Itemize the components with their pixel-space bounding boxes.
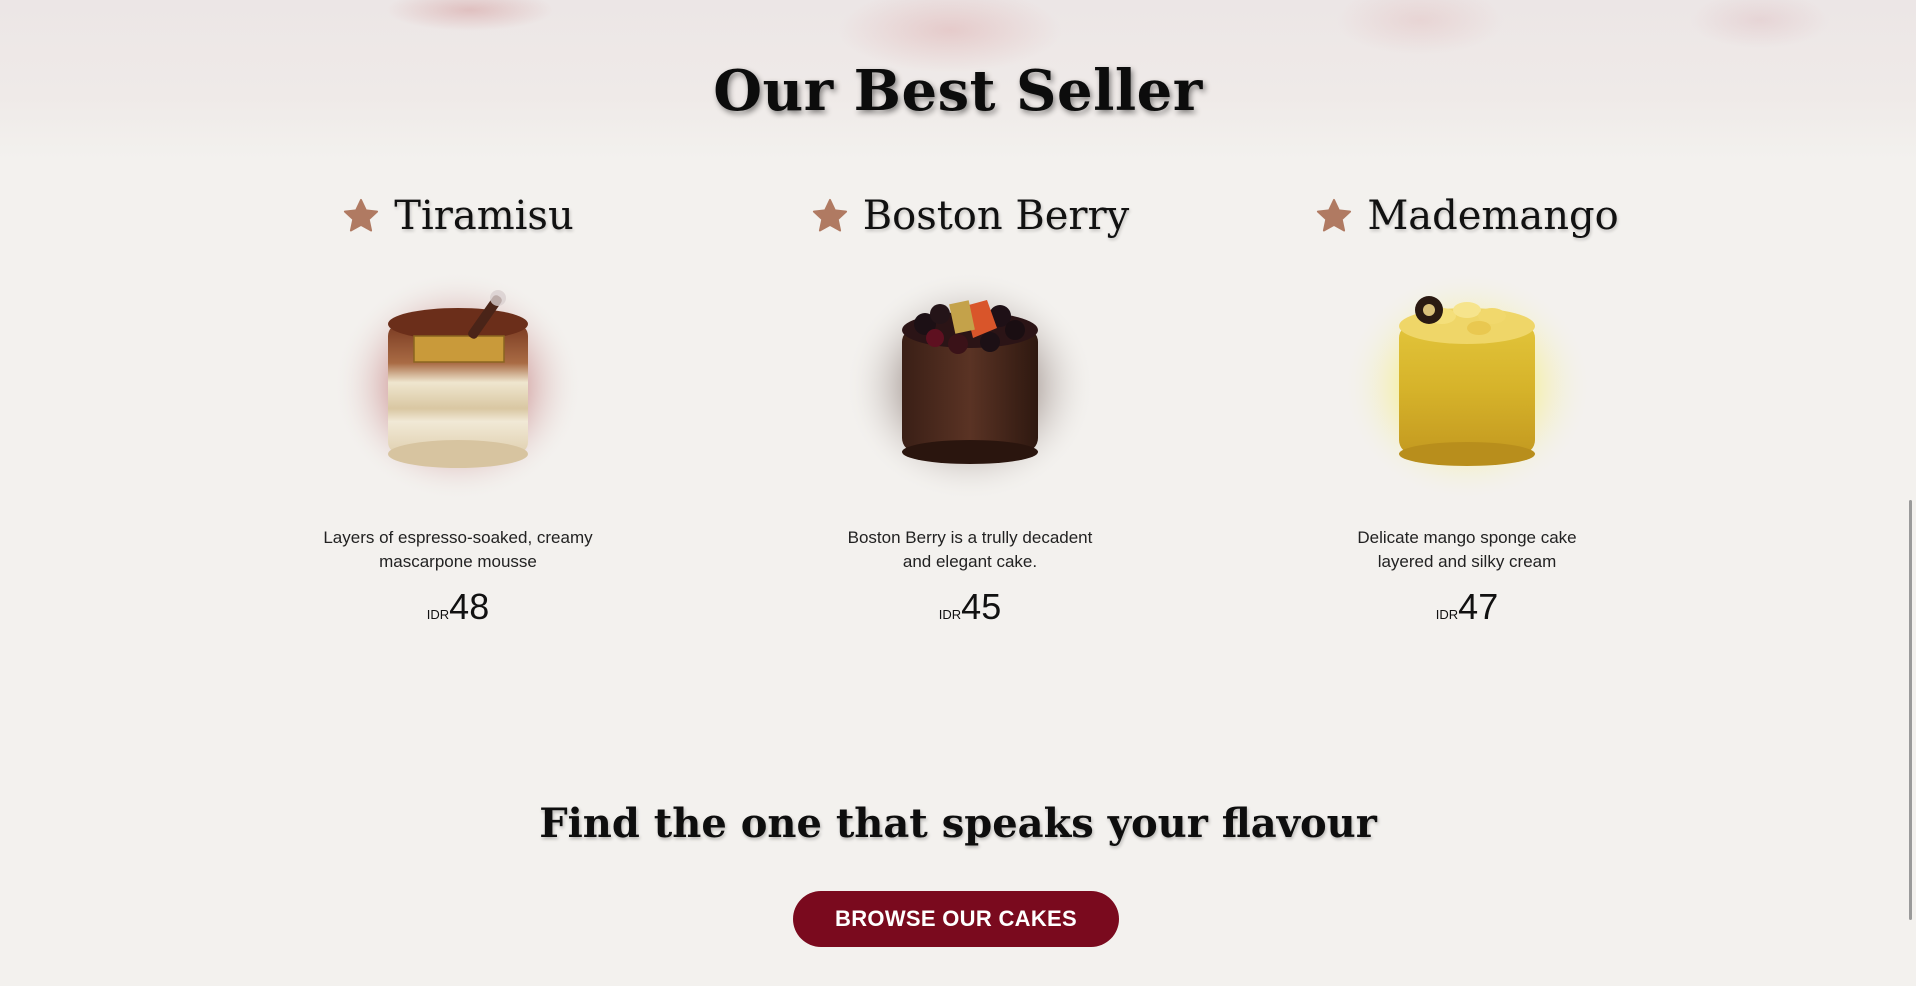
product-card-tiramisu[interactable]: Tiramisu Layers of espresso-soaked, crea… [238,190,678,628]
product-price: IDR47 [1247,586,1687,628]
product-description: Boston Berry is a trully decadent and el… [847,528,1093,571]
product-header: Mademango [1247,190,1687,242]
scrollbar[interactable] [1909,500,1912,920]
product-description: Layers of espresso-soaked, creamy mascar… [323,528,593,571]
product-price: IDR45 [750,586,1190,628]
price-currency: IDR [938,607,962,622]
product-name: Boston Berry [862,193,1130,239]
product-name: Mademango [1367,193,1619,239]
product-image [1337,264,1597,504]
product-card-boston-berry[interactable]: Boston Berry Boston Berry is a trully de… [750,190,1190,628]
product-name: Tiramisu [394,193,574,239]
star-icon [1317,198,1352,232]
star-icon [344,198,379,232]
price-amount: 45 [961,586,1002,627]
product-header: Tiramisu [238,190,678,242]
product-description: Delicate mango sponge cake layered and s… [1357,528,1577,571]
price-currency: IDR [426,607,450,622]
product-image [840,264,1100,504]
price-amount: 47 [1458,586,1499,627]
price-amount: 48 [449,586,490,627]
price-currency: IDR [1435,607,1459,622]
tagline: Find the one that speaks your flavour [539,800,1377,847]
star-icon [812,198,847,232]
product-header: Boston Berry [750,190,1190,242]
product-image [328,264,588,504]
product-price: IDR48 [238,586,678,628]
product-card-mademango[interactable]: Mademango Delicate mango sponge cake lay… [1247,190,1687,628]
browse-cakes-button[interactable]: BROWSE OUR CAKES [793,891,1119,947]
section-title: Our Best Seller [713,58,1203,124]
